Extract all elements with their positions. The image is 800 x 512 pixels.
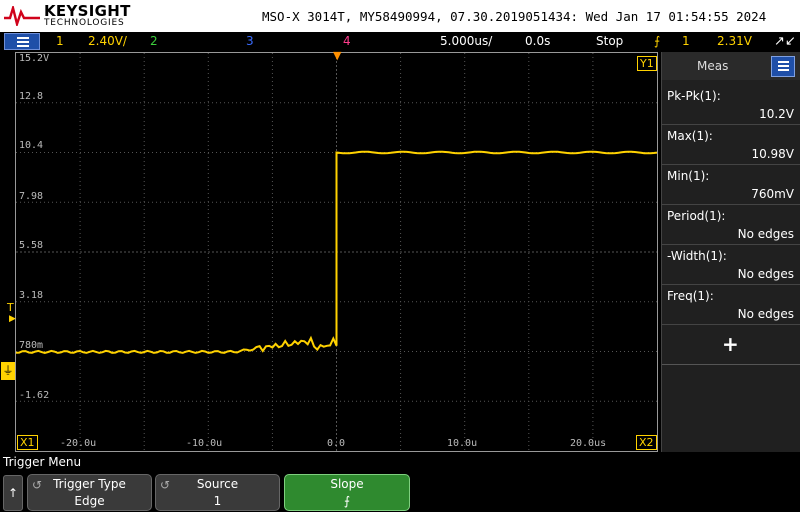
- trigger-level-arrow-icon: ▶: [9, 314, 16, 324]
- meas-item[interactable]: -Width(1): No edges: [662, 245, 800, 285]
- meas-menu-button[interactable]: [771, 56, 795, 77]
- x-label-3: 10.0u: [447, 438, 478, 449]
- meas-value: 10.2V: [759, 107, 794, 121]
- back-button[interactable]: ↑: [3, 475, 23, 511]
- graticule-svg: [16, 53, 657, 451]
- cursor-y1-marker[interactable]: Y1: [637, 56, 657, 71]
- channel-3-label[interactable]: 3: [246, 34, 254, 48]
- meas-label: -Width(1):: [667, 249, 727, 263]
- meas-title: Meas: [697, 59, 729, 73]
- meas-value: No edges: [737, 267, 794, 281]
- softkey-value: 1: [213, 494, 222, 508]
- meas-tab[interactable]: Meas: [662, 52, 800, 80]
- keysight-logo: KEYSIGHT TECHNOLOGIES: [4, 2, 134, 30]
- instrument-info: MSO-X 3014T, MY58490994, 07.30.201905143…: [262, 9, 767, 24]
- source-softkey[interactable]: ↺ Source 1: [155, 474, 280, 511]
- waveform-graticule[interactable]: [15, 52, 658, 452]
- channel-4-label[interactable]: 4: [343, 34, 351, 48]
- menu-icon: [17, 37, 29, 47]
- arrows-icon[interactable]: ↗↙: [774, 34, 796, 49]
- meas-value: No edges: [737, 307, 794, 321]
- y-label-1: 12.8: [19, 91, 44, 102]
- add-measurement-button[interactable]: +: [662, 325, 800, 365]
- slope-softkey[interactable]: Slope ⨍: [284, 474, 410, 511]
- menu-icon: [778, 61, 789, 71]
- trigger-source[interactable]: 1: [682, 34, 690, 48]
- y-label-0: 15.2V: [19, 53, 50, 64]
- y-label-6: 780m: [19, 340, 44, 351]
- keysight-wave-icon: [4, 6, 40, 26]
- channel-bar: 1 2.40V/ 2 3 4 5.000us/ 0.0s Stop ⨍ 1 2.…: [0, 32, 800, 51]
- trigger-level-marker[interactable]: T: [7, 301, 14, 314]
- run-state[interactable]: Stop: [596, 34, 623, 48]
- channel-1-label[interactable]: 1: [56, 34, 64, 48]
- delay-value[interactable]: 0.0s: [525, 34, 550, 48]
- meas-item[interactable]: Max(1): 10.98V: [662, 125, 800, 165]
- y-label-4: 5.58: [19, 240, 44, 251]
- meas-label: Min(1):: [667, 169, 710, 183]
- meas-label: Pk-Pk(1):: [667, 89, 721, 103]
- cursor-x2-marker[interactable]: X2: [636, 435, 657, 450]
- x-label-4: 20.0us: [570, 438, 607, 449]
- up-arrow-icon: ↑: [8, 486, 19, 500]
- trigger-level[interactable]: 2.31V: [717, 34, 752, 48]
- instrument-header: KEYSIGHT TECHNOLOGIES MSO-X 3014T, MY584…: [0, 0, 800, 32]
- brand-sub: TECHNOLOGIES: [44, 18, 125, 28]
- y-label-2: 10.4: [19, 140, 44, 151]
- meas-item[interactable]: Freq(1): No edges: [662, 285, 800, 325]
- trigger-type-softkey[interactable]: ↺ Trigger Type Edge: [27, 474, 152, 511]
- x-label-0: -20.0u: [60, 438, 97, 449]
- plus-icon: +: [722, 332, 739, 356]
- meas-value: No edges: [737, 227, 794, 241]
- meas-item[interactable]: Pk-Pk(1): 10.2V: [662, 85, 800, 125]
- channel-1-ground-marker[interactable]: ⏚: [1, 362, 15, 380]
- softkey-label: Source: [196, 477, 239, 491]
- meas-label: Max(1):: [667, 129, 713, 143]
- meas-item[interactable]: Min(1): 760mV: [662, 165, 800, 205]
- meas-label: Freq(1):: [667, 289, 714, 303]
- meas-value: 760mV: [751, 187, 794, 201]
- timebase-value[interactable]: 5.000us/: [440, 34, 492, 48]
- channel-2-label[interactable]: 2: [150, 34, 158, 48]
- meas-label: Period(1):: [667, 209, 726, 223]
- y-label-5: 3.18: [19, 290, 44, 301]
- channel-1-scale[interactable]: 2.40V/: [88, 34, 127, 48]
- cursor-x1-marker[interactable]: X1: [17, 435, 38, 450]
- meas-item[interactable]: Period(1): No edges: [662, 205, 800, 245]
- x-label-1: -10.0u: [186, 438, 223, 449]
- softkey-label: Trigger Type: [53, 477, 126, 491]
- softkey-label: Slope: [330, 477, 364, 491]
- menu-title: Trigger Menu: [3, 455, 82, 469]
- main-menu-button[interactable]: [4, 33, 40, 50]
- measurements-panel: Meas Pk-Pk(1): 10.2V Max(1): 10.98V Min(…: [661, 52, 800, 452]
- softkey-value: Edge: [74, 494, 105, 508]
- trigger-position-icon[interactable]: ▼: [333, 49, 341, 62]
- meas-value: 10.98V: [751, 147, 794, 161]
- slope-icon: ⨍: [343, 494, 351, 508]
- trigger-slope-icon: ⨍: [654, 34, 661, 48]
- y-label-3: 7.98: [19, 191, 44, 202]
- x-label-2: 0.0: [327, 438, 346, 449]
- y-label-7: -1.62: [19, 390, 50, 401]
